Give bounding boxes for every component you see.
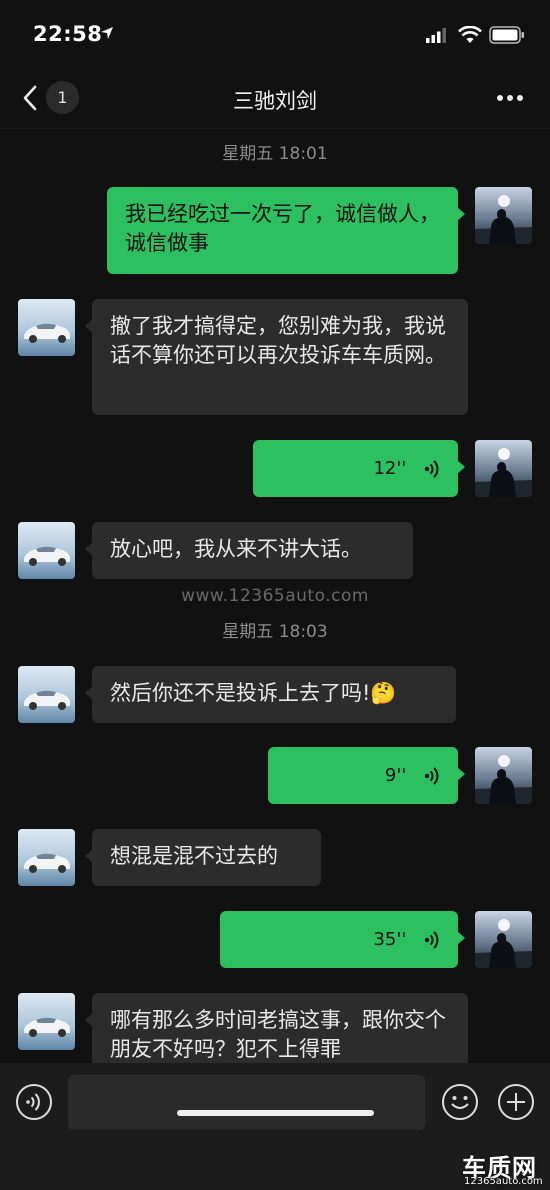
incoming-text-message[interactable]: 想混是混不过去的 xyxy=(85,829,321,886)
voice-duration: 35'' xyxy=(373,929,407,950)
location-arrow-icon xyxy=(101,27,113,39)
status-time: 22:58 xyxy=(33,22,103,46)
my-avatar[interactable] xyxy=(475,747,532,804)
chat-title: 三驰刘剑 xyxy=(233,89,317,113)
brand-url: 12365auto.com xyxy=(464,1176,543,1187)
brand-logo-watermark: 车质网 12365auto.com xyxy=(458,1148,550,1190)
wifi-icon xyxy=(458,26,482,43)
my-avatar[interactable] xyxy=(475,911,532,968)
timestamp: 星期五 18:01 xyxy=(222,144,328,164)
contact-avatar[interactable] xyxy=(18,993,75,1050)
voice-duration: 12'' xyxy=(373,458,407,479)
voice-duration: 9'' xyxy=(384,765,407,786)
home-indicator xyxy=(177,1110,374,1116)
chat-header: 1 三驰刘剑 xyxy=(0,70,550,129)
voice-wave-icon xyxy=(424,931,439,949)
outgoing-voice-message[interactable]: 12'' xyxy=(253,440,465,497)
my-avatar[interactable] xyxy=(475,440,532,497)
contact-avatar[interactable] xyxy=(18,299,75,356)
incoming-text-message[interactable]: 撤了我才搞得定，您别难为我，我说话不算你还可以再次投诉车车质网。 xyxy=(85,299,468,415)
voice-input-toggle-icon[interactable] xyxy=(15,1083,53,1121)
message-input[interactable] xyxy=(68,1075,425,1130)
emoji-icon[interactable] xyxy=(441,1083,479,1121)
my-avatar[interactable] xyxy=(475,187,532,244)
cellular-signal-icon xyxy=(426,28,446,43)
outgoing-text-message[interactable]: 我已经吃过一次亏了，诚信做人，诚信做事 xyxy=(107,187,465,274)
voice-wave-icon xyxy=(424,460,439,478)
contact-avatar[interactable] xyxy=(18,522,75,579)
incoming-text-message[interactable]: 然后你还不是投诉上去了吗!🤔 xyxy=(85,666,456,723)
voice-wave-icon xyxy=(424,767,439,785)
site-watermark: www.12365auto.com xyxy=(181,586,369,606)
battery-icon xyxy=(489,26,524,44)
contact-avatar[interactable] xyxy=(18,829,75,886)
incoming-text-message[interactable]: 放心吧，我从来不讲大话。 xyxy=(85,522,413,579)
outgoing-voice-message[interactable]: 9'' xyxy=(268,747,465,804)
status-bar: 22:58 xyxy=(0,0,550,70)
plus-icon[interactable] xyxy=(497,1083,535,1121)
contact-avatar[interactable] xyxy=(18,666,75,723)
outgoing-voice-message[interactable]: 35'' xyxy=(220,911,465,968)
timestamp: 星期五 18:03 xyxy=(222,622,328,642)
more-options-icon[interactable] xyxy=(496,94,524,102)
